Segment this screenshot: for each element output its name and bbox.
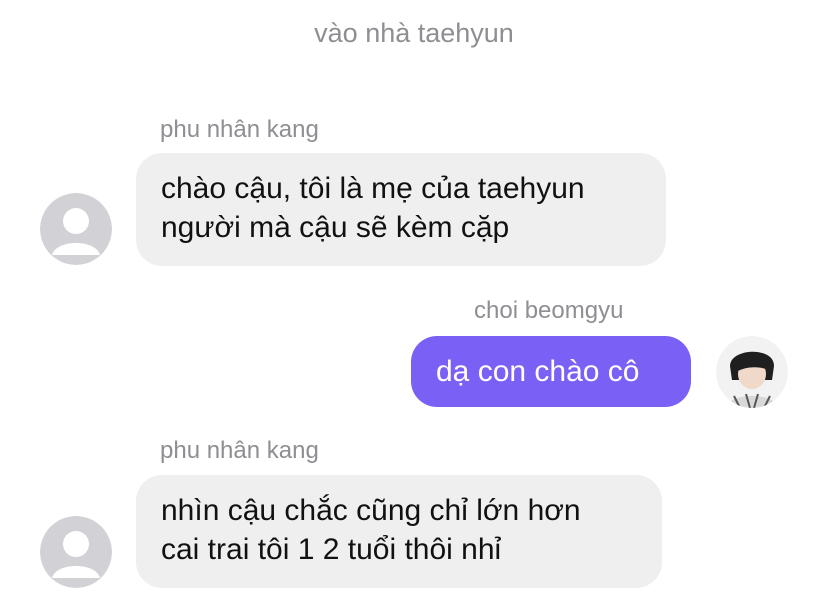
message-bubble[interactable]: nhìn cậu chắc cũng chỉ lớn hơn cai trai … bbox=[136, 475, 662, 588]
sender-name: phu nhân kang bbox=[160, 437, 319, 464]
message-text-line: chào cậu, tôi là mẹ của taehyun bbox=[161, 172, 585, 205]
default-person-avatar-icon[interactable] bbox=[40, 516, 112, 588]
message-bubble[interactable]: chào cậu, tôi là mẹ của taehyun người mà… bbox=[136, 153, 666, 266]
profile-photo-avatar[interactable] bbox=[716, 336, 788, 408]
chat-title: vào nhà taehyun bbox=[314, 18, 514, 48]
message-text-line: cai trai tôi 1 2 tuổi thôi nhỉ bbox=[161, 533, 502, 566]
default-person-avatar-icon[interactable] bbox=[40, 193, 112, 265]
message-text-line: dạ con chào cô bbox=[436, 355, 640, 388]
message-text-line: nhìn cậu chắc cũng chỉ lớn hơn bbox=[161, 494, 581, 527]
message-text-line: người mà cậu sẽ kèm cặp bbox=[161, 211, 510, 244]
sender-name: phu nhân kang bbox=[160, 116, 319, 143]
sender-name: choi beomgyu bbox=[474, 297, 624, 324]
message-bubble[interactable]: dạ con chào cô bbox=[411, 336, 691, 407]
